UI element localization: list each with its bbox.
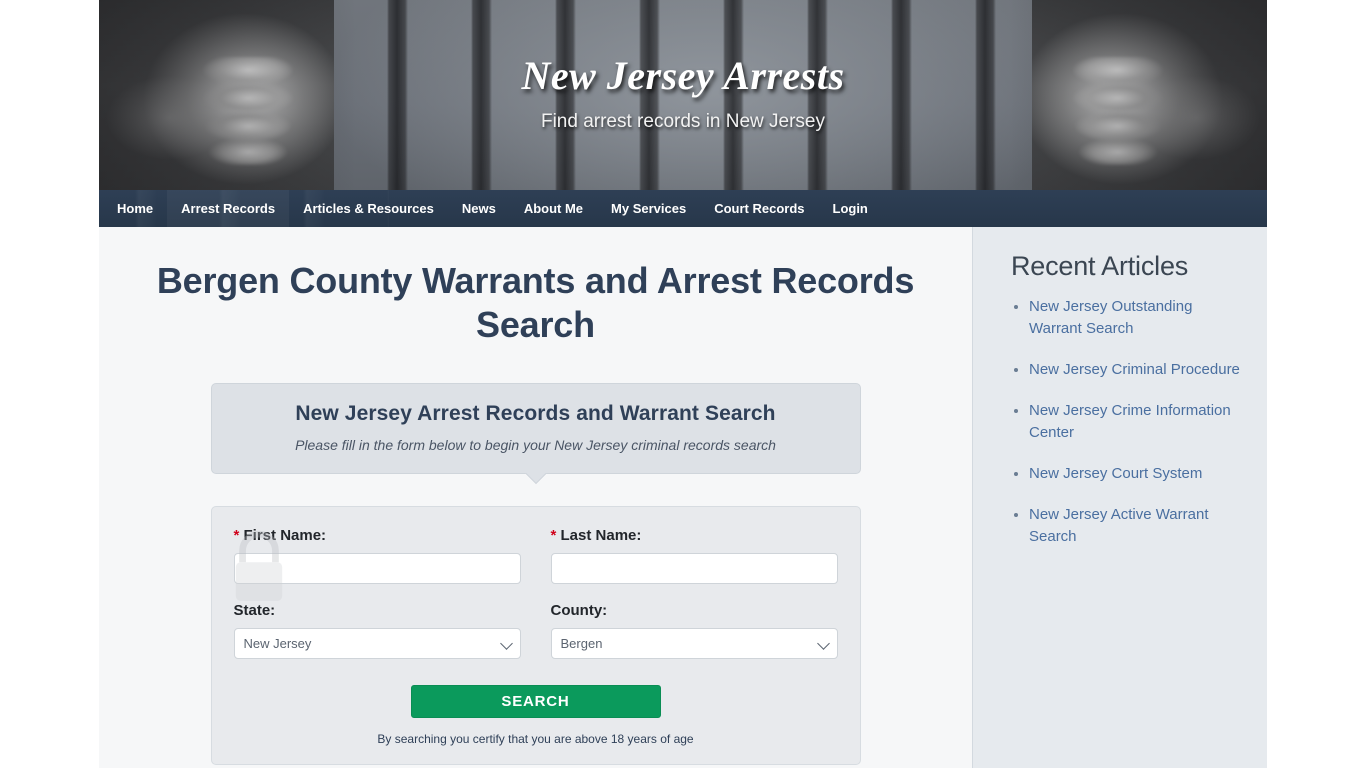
nav-item-home[interactable]: Home	[103, 190, 167, 227]
last-name-input[interactable]	[550, 553, 838, 584]
nav-item-court-records[interactable]: Court Records	[700, 190, 818, 227]
first-name-required-marker: *	[233, 527, 240, 544]
last-name-label: * Last Name:	[551, 527, 838, 544]
sidebar-link-active-warrant-search[interactable]: New Jersey Active Warrant Search	[1029, 506, 1209, 545]
nav-item-news[interactable]: News	[448, 190, 510, 227]
first-name-input[interactable]	[233, 553, 521, 584]
nav-item-arrest-records[interactable]: Arrest Records	[167, 190, 290, 227]
callout-arrow	[523, 473, 549, 487]
arrest-record-search-form: * First Name: * Last Name: State: New Je…	[210, 506, 861, 765]
county-select-wrapper: Bergen	[550, 628, 838, 659]
main-content: Bergen County Warrants and Arrest Record…	[99, 227, 972, 768]
site-title: New Jersey Arrests	[521, 53, 845, 98]
state-field-group: State: New Jersey	[233, 602, 521, 659]
last-name-field-group: * Last Name:	[550, 527, 838, 584]
body-wrapper: Bergen County Warrants and Arrest Record…	[99, 227, 1267, 768]
list-item: New Jersey Outstanding Warrant Search	[1029, 296, 1243, 340]
county-field-group: County: Bergen	[550, 602, 838, 659]
callout-wrapper: New Jersey Arrest Records and Warrant Se…	[119, 383, 952, 474]
sidebar-link-court-system[interactable]: New Jersey Court System	[1029, 465, 1202, 482]
nav-item-articles-resources[interactable]: Articles & Resources	[289, 190, 448, 227]
site-tagline: Find arrest records in New Jersey	[540, 111, 826, 132]
list-item: New Jersey Court System	[1029, 463, 1243, 485]
site-masthead: New Jersey Arrests Find arrest records i…	[99, 0, 1267, 190]
sidebar-link-criminal-procedure[interactable]: New Jersey Criminal Procedure	[1029, 361, 1240, 378]
recent-articles-list: New Jersey Outstanding Warrant Search Ne…	[1011, 296, 1243, 548]
page-container: New Jersey Arrests Find arrest records i…	[99, 0, 1267, 768]
callout-heading: New Jersey Arrest Records and Warrant Se…	[295, 402, 776, 425]
first-name-label: * First Name:	[234, 527, 521, 544]
sidebar-link-crime-information-center[interactable]: New Jersey Crime Information Center	[1029, 402, 1231, 441]
state-select[interactable]: New Jersey	[233, 628, 521, 659]
county-label: County:	[550, 602, 608, 619]
nav-item-about-me[interactable]: About Me	[510, 190, 597, 227]
search-callout: New Jersey Arrest Records and Warrant Se…	[210, 383, 861, 474]
sidebar-title: Recent Articles	[1011, 251, 1189, 281]
search-button[interactable]: SEARCH	[410, 685, 661, 718]
last-name-required-marker: *	[550, 527, 557, 544]
main-navigation: Home Arrest Records Articles & Resources…	[99, 190, 1267, 227]
state-select-wrapper: New Jersey	[233, 628, 521, 659]
county-select[interactable]: Bergen	[550, 628, 838, 659]
form-row-names: * First Name: * Last Name:	[233, 527, 838, 584]
list-item: New Jersey Active Warrant Search	[1029, 504, 1243, 548]
list-item: New Jersey Criminal Procedure	[1029, 359, 1243, 381]
masthead-text-block: New Jersey Arrests Find arrest records i…	[99, 52, 1267, 133]
sidebar-link-outstanding-warrant-search[interactable]: New Jersey Outstanding Warrant Search	[1029, 298, 1192, 337]
last-name-label-text: Last Name:	[560, 527, 642, 544]
nav-item-login[interactable]: Login	[819, 190, 882, 227]
age-disclaimer: By searching you certify that you are ab…	[377, 732, 694, 746]
page-title: Bergen County Warrants and Arrest Record…	[156, 260, 915, 345]
state-label: State:	[233, 602, 276, 619]
callout-subtext: Please fill in the form below to begin y…	[295, 437, 776, 453]
form-row-location: State: New Jersey County: Bergen	[233, 602, 838, 659]
nav-item-my-services[interactable]: My Services	[597, 190, 700, 227]
submit-row: SEARCH	[234, 685, 838, 718]
list-item: New Jersey Crime Information Center	[1029, 400, 1243, 444]
first-name-label-text: First Name:	[243, 527, 327, 544]
sidebar: Recent Articles New Jersey Outstanding W…	[972, 227, 1267, 768]
first-name-field-group: * First Name:	[233, 527, 521, 584]
